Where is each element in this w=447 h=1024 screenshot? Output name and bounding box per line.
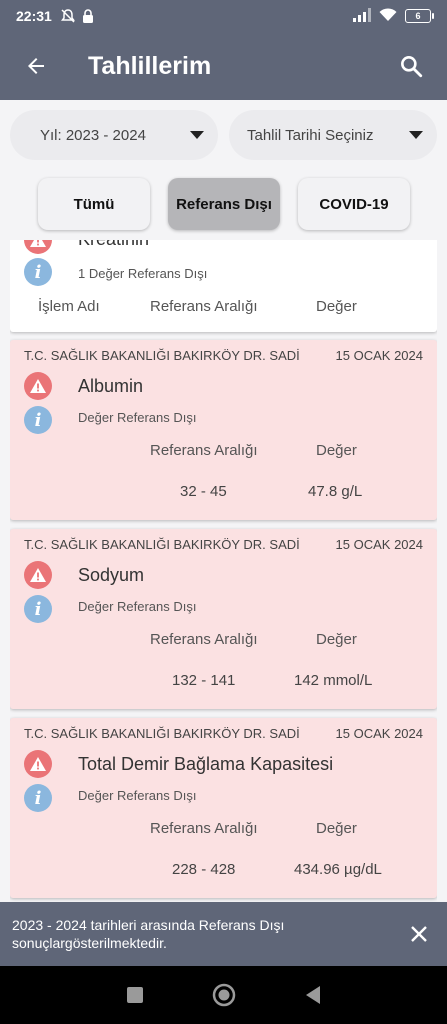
result-card-albumin[interactable]: T.C. SAĞLIK BAKANLIĞI BAKIRKÖY DR. SADİ … [10, 340, 437, 520]
notifications-off-icon [60, 8, 76, 24]
warning-icon [24, 750, 52, 778]
reference-range: 132 - 141 [172, 672, 236, 689]
info-icon[interactable]: i [24, 595, 52, 623]
back-button[interactable] [18, 48, 54, 84]
results-list[interactable]: Kreatinin i 1 Değer Referans Dışı İşlem … [10, 240, 437, 902]
year-dropdown-label: Yıl: 2023 - 2024 [40, 126, 146, 144]
date-dropdown[interactable]: Tahlil Tarihi Seçiniz [229, 110, 437, 160]
out-of-range-count: 1 Değer Referans Dışı [78, 266, 208, 281]
close-icon [411, 926, 427, 942]
reference-range: 32 - 45 [180, 483, 227, 500]
year-dropdown[interactable]: Yıl: 2023 - 2024 [10, 110, 218, 160]
battery-level: 6 [415, 11, 421, 21]
out-of-range-note: Değer Referans Dışı [78, 599, 197, 614]
tab-out-of-reference[interactable]: Referans Dışı [168, 178, 280, 230]
test-name: Total Demir Bağlama Kapasitesi [78, 754, 334, 774]
snackbar-message: 2023 - 2024 tarihleri arasında Referans … [12, 917, 285, 951]
test-name: Albumin [78, 376, 144, 396]
result-card-total-demir[interactable]: T.C. SAĞLIK BAKANLIĞI BAKIRKÖY DR. SADİ … [10, 718, 437, 898]
tab-covid-19[interactable]: COVID-19 [298, 178, 410, 230]
wifi-icon [379, 7, 397, 25]
hospital-name: T.C. SAĞLIK BAKANLIĞI BAKIRKÖY DR. SADİ [24, 537, 300, 552]
lock-icon [82, 9, 94, 23]
reference-range-label: Referans Aralığı [150, 631, 258, 648]
status-time: 22:31 [16, 8, 52, 24]
value-label: Değer [316, 442, 357, 459]
warning-icon [24, 561, 52, 589]
filter-bar: Yıl: 2023 - 2024 Tahlil Tarihi Seçiniz [10, 110, 437, 160]
result-card-sodyum[interactable]: T.C. SAĞLIK BAKANLIĞI BAKIRKÖY DR. SADİ … [10, 529, 437, 709]
info-icon[interactable]: i [24, 406, 52, 434]
out-of-range-note: Değer Referans Dışı [78, 410, 197, 425]
test-value: 434.96 µg/dL [294, 861, 382, 878]
circle-icon [212, 983, 235, 1007]
info-icon[interactable]: i [24, 784, 52, 812]
search-icon [401, 56, 423, 78]
chevron-down-icon [190, 131, 204, 139]
search-button[interactable] [393, 48, 429, 84]
test-name: Sodyum [78, 565, 145, 585]
triangle-back-icon [305, 986, 320, 1004]
square-icon [126, 987, 143, 1003]
reference-range-label: Referans Aralığı [150, 442, 258, 459]
test-name: Kreatinin [78, 240, 149, 250]
column-label-name: İşlem Adı [38, 298, 100, 315]
app-bar: Tahlillerim [0, 32, 447, 100]
test-value: 47.8 g/L [308, 483, 363, 500]
home-button[interactable] [209, 980, 239, 1010]
arrow-left-icon [28, 58, 44, 74]
tab-all[interactable]: Tümü [38, 178, 150, 230]
date-dropdown-label: Tahlil Tarihi Seçiniz [247, 126, 374, 144]
test-value: 142 mmol/L [294, 672, 373, 689]
out-of-range-note: Değer Referans Dışı [78, 788, 197, 803]
result-card-kreatinin[interactable]: Kreatinin i 1 Değer Referans Dışı İşlem … [10, 240, 437, 332]
column-label-value: Değer [316, 298, 357, 315]
recents-button[interactable] [120, 980, 150, 1010]
result-date: 15 OCAK 2024 [335, 726, 423, 741]
warning-icon [24, 372, 52, 400]
hospital-name: T.C. SAĞLIK BAKANLIĞI BAKIRKÖY DR. SADİ [24, 726, 300, 741]
status-bar: 22:31 6 [0, 0, 447, 32]
reference-range: 228 - 428 [172, 861, 236, 878]
column-label-range: Referans Aralığı [150, 298, 258, 315]
result-date: 15 OCAK 2024 [335, 537, 423, 552]
hospital-name: T.C. SAĞLIK BAKANLIĞI BAKIRKÖY DR. SADİ [24, 348, 300, 363]
result-date: 15 OCAK 2024 [335, 348, 423, 363]
chevron-down-icon [409, 131, 423, 139]
snackbar-close-button[interactable] [407, 922, 431, 946]
value-label: Değer [316, 631, 357, 648]
signal-icon [353, 7, 371, 25]
snackbar: 2023 - 2024 tarihleri arasında Referans … [0, 902, 447, 966]
system-navigation-bar [0, 966, 447, 1024]
warning-icon [24, 240, 52, 254]
page-title: Tahlillerim [88, 51, 212, 80]
value-label: Değer [316, 820, 357, 837]
back-nav-button[interactable] [298, 980, 328, 1010]
battery-icon: 6 [405, 9, 434, 23]
reference-range-label: Referans Aralığı [150, 820, 258, 837]
info-icon[interactable]: i [24, 258, 52, 286]
filter-tabs: Tümü Referans Dışı COVID-19 [38, 178, 410, 230]
